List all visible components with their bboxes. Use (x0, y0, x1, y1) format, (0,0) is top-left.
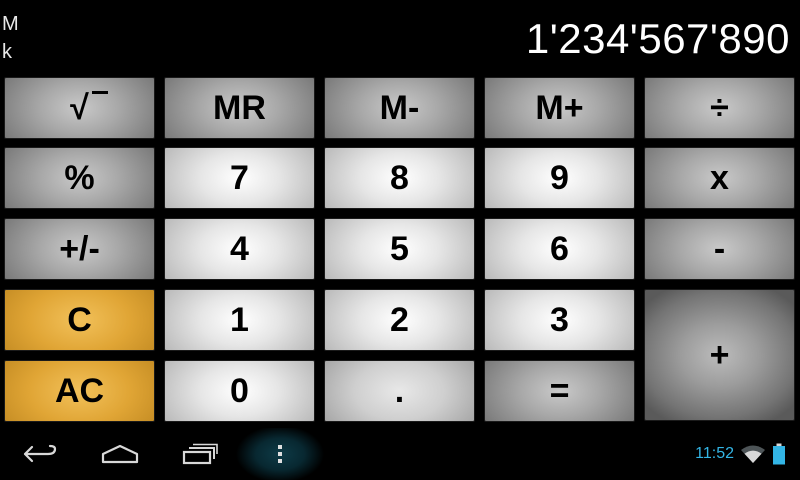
all-clear-button[interactable]: AC (4, 360, 155, 422)
digit-5-label: 5 (390, 229, 409, 268)
wifi-icon (741, 445, 765, 463)
digit-8-button[interactable]: 8 (324, 147, 475, 209)
equals-label: = (549, 371, 570, 410)
digit-4-button[interactable]: 4 (164, 218, 315, 280)
add-label: + (709, 335, 730, 374)
memory-add-label: M+ (535, 88, 584, 127)
sqrt-label: √ (70, 88, 89, 127)
memory-subtract-button[interactable]: M- (324, 77, 475, 139)
keypad: √ MR M- M+ ÷ % 7 8 9 x +/- 4 5 6 - C 1 2… (0, 72, 800, 428)
menu-icon (278, 445, 282, 463)
digit-0-label: 0 (230, 371, 249, 410)
equals-button[interactable]: = (484, 360, 635, 422)
negate-label: +/- (59, 229, 100, 268)
digit-5-button[interactable]: 5 (324, 218, 475, 280)
percent-label: % (64, 158, 95, 197)
digit-9-button[interactable]: 9 (484, 147, 635, 209)
digit-3-button[interactable]: 3 (484, 289, 635, 351)
all-clear-label: AC (54, 371, 105, 410)
multiply-button[interactable]: x (644, 147, 795, 209)
digit-0-button[interactable]: 0 (164, 360, 315, 422)
digit-3-label: 3 (550, 300, 569, 339)
digit-1-button[interactable]: 1 (164, 289, 315, 351)
digit-9-label: 9 (550, 158, 569, 197)
calculator-app: M k 1'234'567'890 √ MR M- M+ ÷ % 7 8 9 x… (0, 0, 800, 480)
thousands-indicator: k (2, 41, 12, 63)
display-value: 1'234'567'890 (525, 15, 790, 62)
subtract-label: - (713, 229, 726, 268)
menu-button[interactable] (236, 428, 324, 480)
memory-add-button[interactable]: M+ (484, 77, 635, 139)
add-button[interactable]: + (644, 289, 795, 421)
status-area: 11:52 (695, 428, 786, 480)
home-button[interactable] (88, 428, 152, 480)
clear-button[interactable]: C (4, 289, 155, 351)
home-icon (101, 444, 139, 464)
battery-icon (773, 443, 785, 465)
digit-4-label: 4 (230, 229, 249, 268)
divide-button[interactable]: ÷ (644, 77, 795, 139)
navigation-bar: 11:52 (0, 428, 800, 480)
digit-6-button[interactable]: 6 (484, 218, 635, 280)
percent-button[interactable]: % (4, 147, 155, 209)
back-button[interactable] (8, 428, 72, 480)
decimal-button[interactable]: . (324, 360, 475, 422)
sqrt-label-wrap: √ (70, 88, 109, 128)
recent-apps-icon (182, 443, 218, 465)
back-icon (23, 444, 57, 463)
memory-recall-button[interactable]: MR (164, 77, 315, 139)
clear-label: C (67, 300, 92, 339)
decimal-label: . (394, 371, 405, 410)
memory-indicator: M (2, 13, 19, 35)
clock: 11:52 (695, 445, 734, 462)
sqrt-button[interactable]: √ (4, 77, 155, 139)
digit-1-label: 1 (230, 300, 249, 339)
digit-6-label: 6 (550, 229, 569, 268)
memory-subtract-label: M- (379, 88, 420, 127)
indicators: M k (2, 10, 19, 66)
negate-button[interactable]: +/- (4, 218, 155, 280)
subtract-button[interactable]: - (644, 218, 795, 280)
multiply-label: x (710, 158, 729, 197)
digit-7-button[interactable]: 7 (164, 147, 315, 209)
digit-2-button[interactable]: 2 (324, 289, 475, 351)
digit-8-label: 8 (390, 158, 409, 197)
digit-2-label: 2 (390, 300, 409, 339)
sqrt-bar (92, 90, 109, 94)
memory-recall-label: MR (213, 88, 266, 127)
display: M k 1'234'567'890 (0, 0, 800, 72)
divide-label: ÷ (710, 88, 729, 127)
recent-apps-button[interactable] (168, 428, 232, 480)
digit-7-label: 7 (230, 158, 249, 197)
